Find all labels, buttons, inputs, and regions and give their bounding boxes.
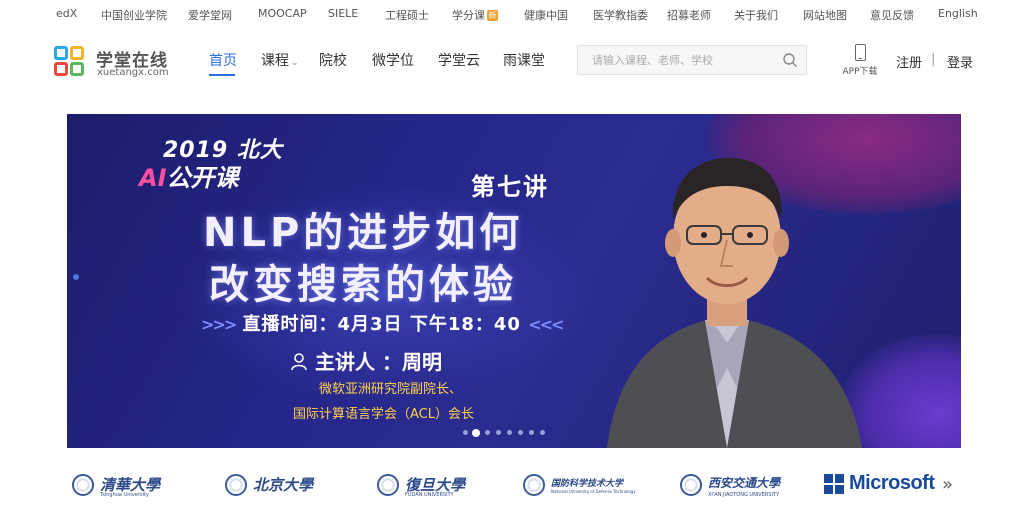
- partner-subtitle: FUDAN UNIVERSITY: [405, 492, 454, 498]
- top-link-medical-committee[interactable]: 医学教指委: [593, 7, 648, 23]
- carousel-dot[interactable]: [518, 430, 523, 435]
- banner-ai-tag: AI: [139, 164, 167, 192]
- top-link-credit-course-label: 学分课: [452, 9, 485, 22]
- carousel-dot[interactable]: [485, 430, 490, 435]
- search-input[interactable]: [578, 46, 774, 74]
- partner-name: 西安交通大學: [708, 476, 781, 490]
- banner-series-label: 公开课: [166, 164, 239, 192]
- top-link-startup-academy[interactable]: 中国创业学院: [101, 7, 167, 23]
- carousel-dot-active[interactable]: [472, 429, 480, 437]
- banner-live-time-text: 直播时间：4月3日 下午18：40: [242, 314, 521, 335]
- nav-home[interactable]: 首页: [209, 50, 237, 70]
- banner-lecture-number: 第七讲: [471, 173, 549, 201]
- site-logo[interactable]: 学堂在线 xuetangx.com: [54, 44, 184, 78]
- top-link-edx[interactable]: edX: [56, 7, 77, 20]
- partner-name: 国防科学技术大学: [551, 479, 624, 489]
- partner-subtitle: National University of Defense Technolog…: [551, 489, 636, 494]
- top-link-engineering-master[interactable]: 工程硕士: [385, 7, 429, 23]
- carousel-dot[interactable]: [507, 430, 512, 435]
- search-box: [577, 45, 807, 75]
- mobile-phone-icon: [854, 44, 866, 61]
- speaker-portrait: [607, 158, 862, 448]
- top-link-site-map[interactable]: 网站地图: [803, 7, 847, 23]
- partner-subtitle: Tsinghua University: [100, 492, 149, 498]
- partners-next-arrow[interactable]: »: [942, 474, 953, 495]
- logo-mark-icon: [54, 46, 88, 80]
- person-icon: [291, 353, 307, 371]
- arrows-left-icon: <<<: [528, 315, 564, 334]
- search-icon[interactable]: [782, 52, 798, 68]
- partner-subtitle: XI'AN JIAOTONG UNIVERSITY: [708, 492, 780, 498]
- hero-banner[interactable]: 2019 北大 AI公开课 第七讲 NLP的进步如何 改变搜索的体验 >>> 直…: [67, 114, 961, 448]
- university-seal-icon: [523, 474, 545, 496]
- banner-live-time: >>> 直播时间：4月3日 下午18：40 <<<: [201, 310, 564, 336]
- nav-micro-degree[interactable]: 微学位: [372, 50, 414, 70]
- carousel-dot[interactable]: [540, 430, 545, 435]
- logo-domain: xuetangx.com: [97, 67, 169, 78]
- carousel-dot[interactable]: [463, 430, 468, 435]
- nav-courses[interactable]: 课程 ⌄: [261, 50, 299, 70]
- banner-title-line1: NLP的进步如何: [203, 210, 524, 256]
- top-link-recruit-teachers[interactable]: 招募老师: [667, 7, 711, 23]
- nav-active-underline: [209, 74, 235, 76]
- top-link-bar: edX 中国创业学院 爱学堂网 MOOCAP SIELE 工程硕士 学分课新 健…: [0, 0, 1022, 28]
- windows-logo-icon: [824, 474, 844, 494]
- top-link-aixuetang[interactable]: 爱学堂网: [188, 7, 232, 23]
- top-link-about-us[interactable]: 关于我们: [734, 7, 778, 23]
- new-badge: 新: [487, 10, 498, 21]
- banner-decor-dot: [73, 274, 79, 280]
- top-link-feedback[interactable]: 意见反馈: [870, 7, 914, 23]
- top-link-credit-course[interactable]: 学分课新: [452, 7, 498, 23]
- top-link-healthy-china[interactable]: 健康中国: [524, 7, 568, 23]
- carousel-dot[interactable]: [496, 430, 501, 435]
- nav-rain-classroom[interactable]: 雨课堂: [503, 50, 545, 70]
- auth-separator: |: [931, 52, 936, 67]
- banner-speaker: 主讲人 ：周明: [291, 346, 442, 375]
- banner-speaker-name: 主讲人 ：周明: [315, 350, 442, 374]
- login-link[interactable]: 登录: [947, 52, 973, 71]
- nav-xuetang-cloud[interactable]: 学堂云: [438, 50, 480, 70]
- app-download[interactable]: APP下载: [838, 44, 882, 80]
- register-link[interactable]: 注册: [896, 52, 922, 71]
- nav-schools[interactable]: 院校: [319, 50, 347, 70]
- partner-name: 北京大學: [253, 476, 314, 494]
- banner-series: AI公开课: [139, 158, 239, 193]
- carousel-dot[interactable]: [529, 430, 534, 435]
- university-seal-icon: [72, 474, 94, 496]
- top-link-siele[interactable]: SIELE: [328, 7, 358, 20]
- banner-title-line2: 改变搜索的体验: [209, 262, 517, 308]
- arrows-right-icon: >>>: [201, 315, 237, 334]
- top-link-moocap[interactable]: MOOCAP: [258, 7, 307, 20]
- partner-microsoft-name: Microsoft: [849, 472, 935, 494]
- chevron-down-icon: ⌄: [291, 58, 299, 68]
- nav-courses-label: 课程: [261, 53, 289, 69]
- banner-speaker-role-1: 微软亚洲研究院副院长、: [319, 382, 463, 397]
- university-seal-icon: [680, 474, 702, 496]
- banner-speaker-role-2: 国际计算语言学会（ACL）会长: [293, 407, 474, 422]
- university-seal-icon: [225, 474, 247, 496]
- university-seal-icon: [377, 474, 399, 496]
- app-download-label: APP下载: [842, 67, 878, 77]
- top-link-english[interactable]: English: [938, 7, 978, 20]
